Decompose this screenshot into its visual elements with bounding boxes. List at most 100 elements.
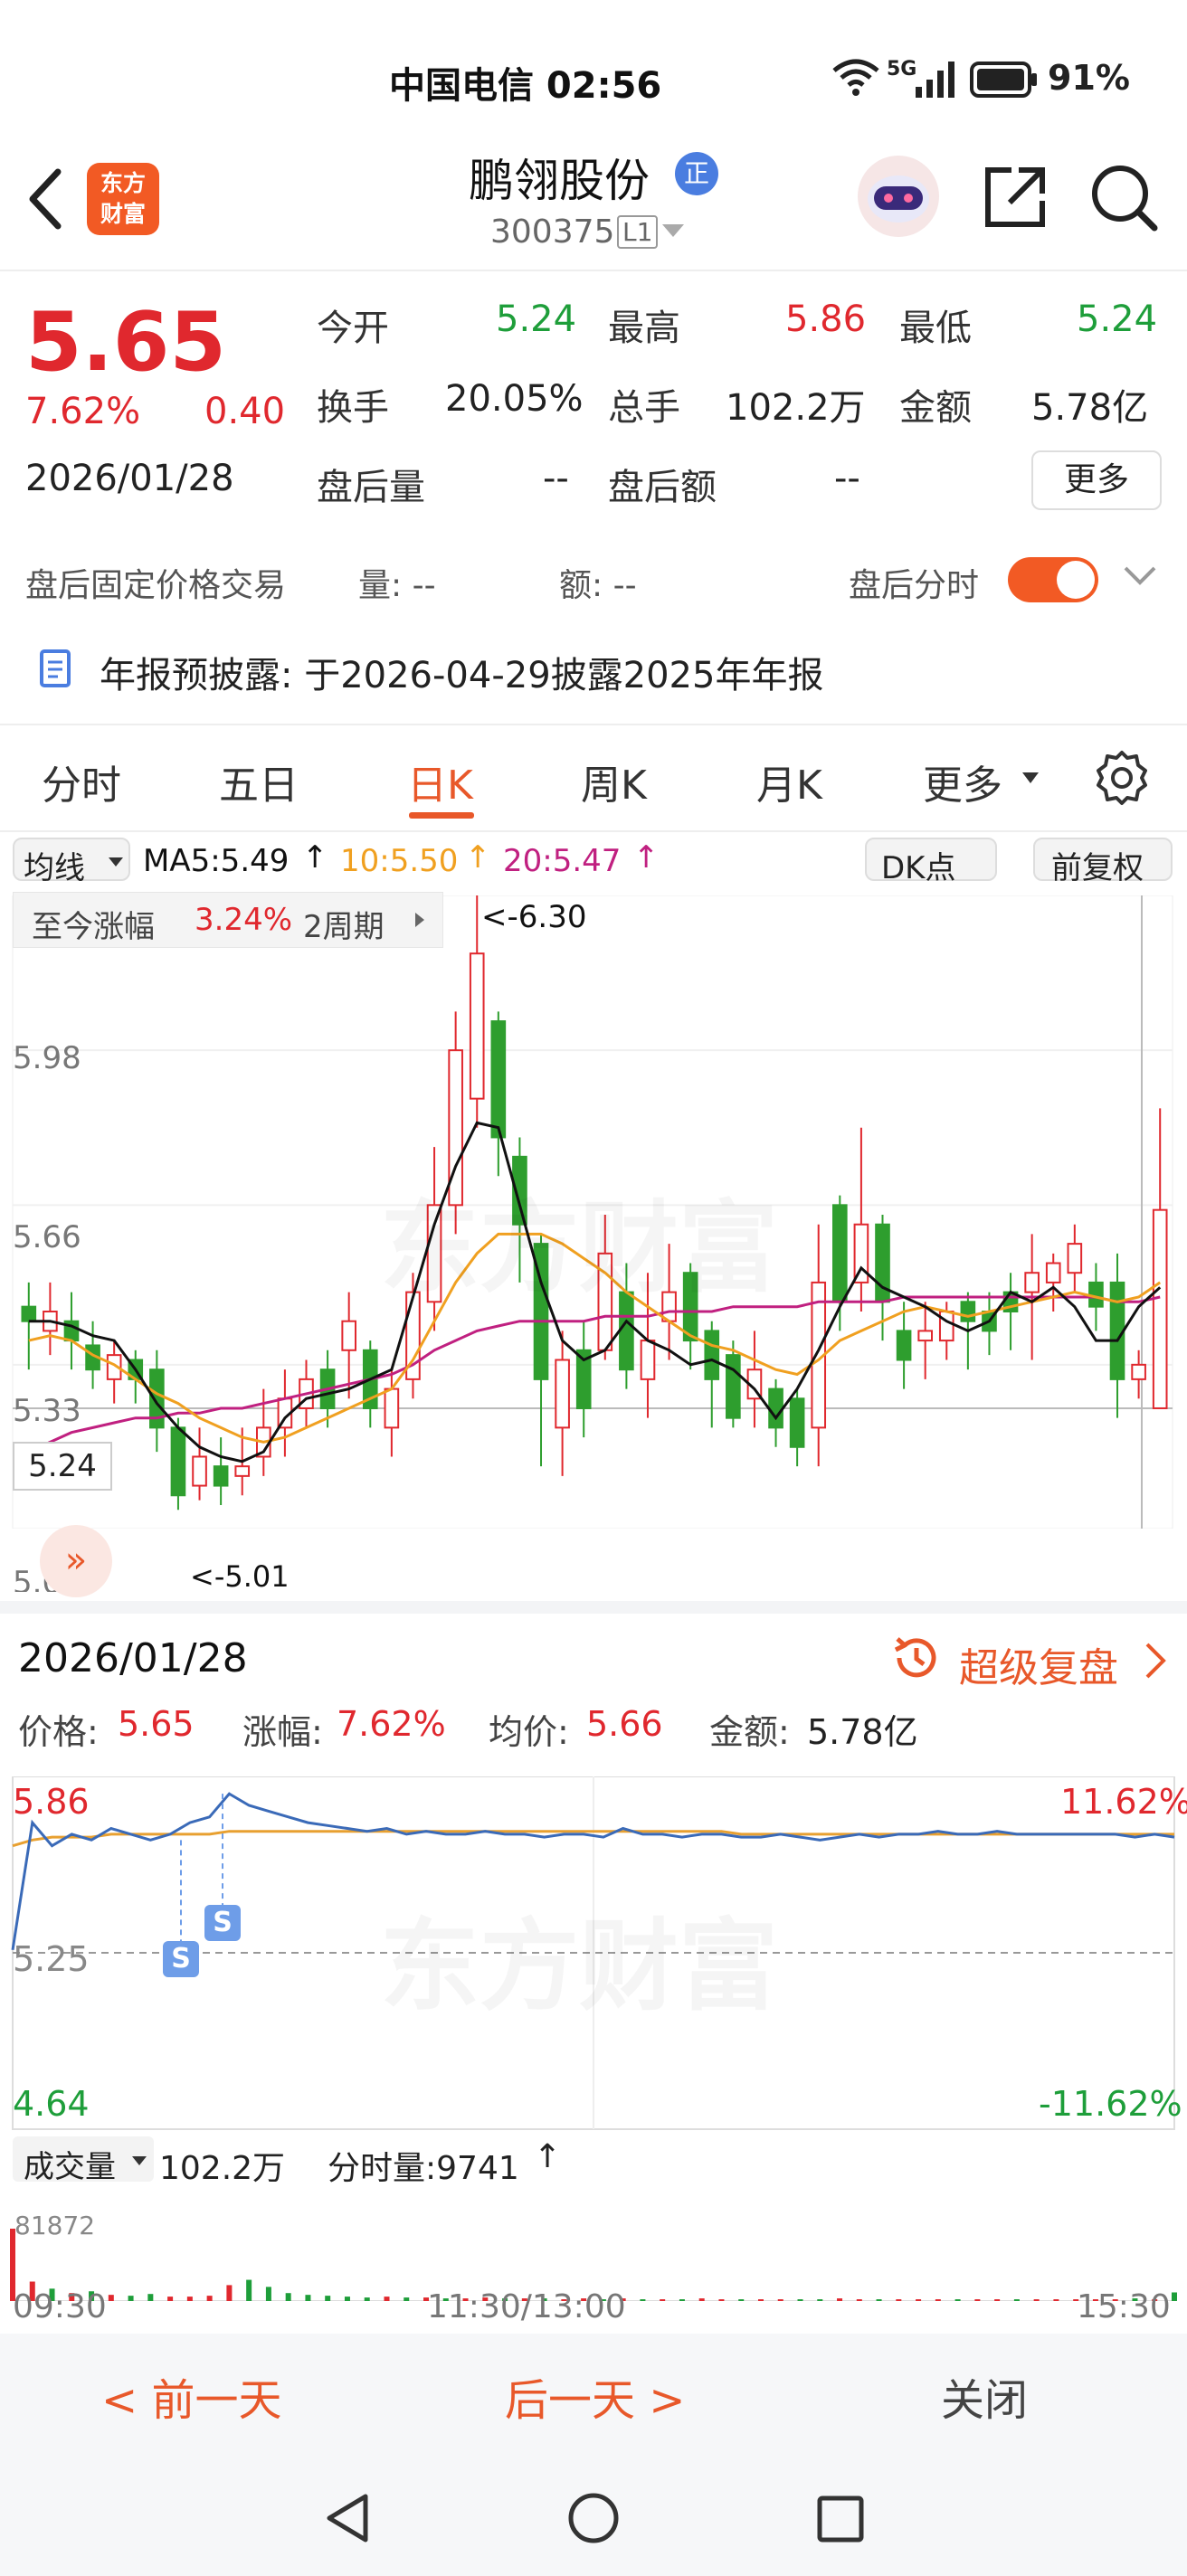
volume-bar-43: [856, 2299, 862, 2301]
ma10-value: 10:5.50: [340, 843, 459, 879]
tab-five-day[interactable]: 五日: [219, 753, 299, 810]
caret-right-icon: [415, 913, 424, 927]
volume-bar-48: [954, 2299, 961, 2301]
carrier-time: 中国电信 02:56: [389, 65, 662, 107]
intraday-y-top: 5.86: [13, 1782, 90, 1822]
daily-detail-panel: 2026/01/28 超级复盘 价格: 5.65 涨幅: 7.62% 均价: 5…: [0, 1601, 1187, 2334]
volume-bar-36: [718, 2299, 725, 2301]
max-price-marker: <-6.30: [481, 899, 587, 935]
search-icon[interactable]: [1086, 159, 1162, 239]
tab-monthly-k[interactable]: 月K: [756, 753, 822, 810]
volume-bar-41: [817, 2299, 823, 2301]
stock-name: 鹏翎股份: [469, 155, 650, 207]
candle-body-36: [789, 1397, 805, 1448]
super-replay-link[interactable]: 超级复盘: [959, 1635, 1118, 1693]
dk-point-button[interactable]: DK点: [865, 838, 997, 886]
volume-bar-18: [364, 2297, 370, 2301]
kline-watermark: 东方财富: [380, 1167, 778, 1312]
triangle-down-icon: [1022, 772, 1039, 783]
candle-body-48: [1045, 1262, 1061, 1283]
stock-code: 300375: [490, 213, 615, 251]
after-hours-money: 额: --: [559, 567, 637, 604]
time-label-open: 09:30: [13, 2288, 107, 2325]
detail-change: 7.62%: [337, 1704, 446, 1744]
y-label-5-66: 5.66: [13, 1219, 81, 1255]
expand-arrows-button[interactable]: »: [40, 1525, 112, 1597]
volume-max-label: 81872: [14, 2211, 96, 2240]
volume-bar-6: [128, 2296, 134, 2301]
volume-bar-50: [994, 2299, 1001, 2301]
volume-bar-38: [757, 2299, 764, 2301]
tab-daily-k[interactable]: 日K: [407, 753, 473, 810]
candle-body-29: [640, 1340, 656, 1380]
volume-bar-39: [777, 2299, 783, 2301]
volume-bar-45: [896, 2299, 902, 2301]
after-hours-toggle[interactable]: [1008, 557, 1098, 602]
chevron-right-icon[interactable]: [1142, 1641, 1169, 1684]
settings-gear-icon[interactable]: [1093, 749, 1151, 810]
close-button[interactable]: 关闭: [941, 2364, 1028, 2428]
day-navigation-bar: < 前一天 后一天 > 关闭: [0, 2334, 1187, 2451]
triangle-down-icon: [109, 857, 123, 867]
annual-report-notice[interactable]: 年报预披露: 于2026-04-29披露2025年年报: [100, 646, 823, 698]
volume-bar-16: [325, 2296, 331, 2301]
tick-volume-up-arrow-icon: ↑: [534, 2138, 562, 2175]
volume-bar-12: [246, 2279, 252, 2301]
intraday-chart[interactable]: [0, 1776, 1187, 2301]
eastmoney-logo[interactable]: 东方 财富: [87, 163, 159, 235]
dropdown-arrow-icon[interactable]: [662, 224, 684, 237]
candle-body-35: [768, 1387, 783, 1429]
after-hours-amount-value: --: [834, 458, 860, 499]
detail-amount: 5.78亿: [807, 1712, 918, 1752]
turnover-value: 20.05%: [445, 378, 584, 420]
trade-marker-s-2[interactable]: S: [204, 1905, 241, 1941]
y-label-5-33: 5.33: [13, 1393, 81, 1429]
change-amount: 0.40: [204, 391, 286, 432]
ma20-value: 20:5.47: [503, 843, 622, 879]
candle-body-47: [1024, 1272, 1040, 1293]
ma-selector[interactable]: 均线: [13, 838, 130, 886]
assistant-robot-icon[interactable]: [858, 156, 939, 237]
high-value: 5.86: [785, 298, 867, 340]
nav-recent-icon[interactable]: [816, 2495, 865, 2547]
tab-weekly-k[interactable]: 周K: [581, 753, 647, 810]
candle-body-50: [1088, 1281, 1104, 1308]
volume-selector[interactable]: 成交量: [13, 2136, 154, 2185]
range-change-box[interactable]: 至今涨幅 3.24% 2周期: [13, 892, 443, 948]
back-button[interactable]: [22, 163, 76, 235]
chevron-down-icon[interactable]: [1122, 563, 1158, 593]
amount-value: 5.78亿: [1031, 387, 1149, 429]
adjust-button[interactable]: 前复权: [1033, 838, 1173, 886]
more-button[interactable]: 更多: [1031, 450, 1162, 510]
share-icon[interactable]: [979, 161, 1051, 237]
margin-badge: 正: [675, 152, 718, 195]
replay-clock-icon[interactable]: [890, 1632, 943, 1688]
trade-marker-s-1[interactable]: S: [163, 1941, 199, 1977]
network-label: 5G: [887, 58, 917, 80]
status-bar: 中国电信 02:56 5G 91%: [0, 0, 1187, 154]
next-day-button[interactable]: 后一天 >: [505, 2364, 685, 2428]
level-badge[interactable]: L1: [617, 215, 659, 249]
candle-body-25: [555, 1359, 570, 1429]
after-hours-qty: 量: --: [358, 567, 436, 604]
volume-bar-10: [206, 2296, 213, 2301]
low-value: 5.24: [1077, 298, 1158, 340]
detail-price-label: 价格:: [18, 1712, 99, 1752]
after-hours-volume-value: --: [543, 458, 569, 499]
intraday-watermark: 东方财富: [380, 1885, 778, 2030]
volume-bar-5: [108, 2295, 114, 2301]
previous-day-button[interactable]: < 前一天: [101, 2364, 281, 2428]
volume-bar-52: [1033, 2299, 1040, 2301]
candle-body-52: [1131, 1363, 1146, 1380]
intraday-pct-top: 11.62%: [1060, 1782, 1187, 1822]
nav-back-icon[interactable]: [322, 2491, 373, 2549]
nav-home-icon[interactable]: [566, 2491, 621, 2549]
tab-more[interactable]: 更多: [923, 753, 1002, 810]
intraday-y-bot: 4.64: [13, 2084, 90, 2124]
tab-timeshare[interactable]: 分时: [42, 753, 121, 810]
candle-body-42: [917, 1330, 933, 1342]
intraday-pct-bot: -11.62%: [1039, 2084, 1182, 2124]
candle-body-0: [21, 1305, 37, 1322]
kline-panel: 均线 MA5:5.49 ↑ 10:5.50 ↑ 20:5.47 ↑ DK点 前复…: [0, 832, 1187, 1601]
detail-avg: 5.66: [586, 1704, 663, 1744]
